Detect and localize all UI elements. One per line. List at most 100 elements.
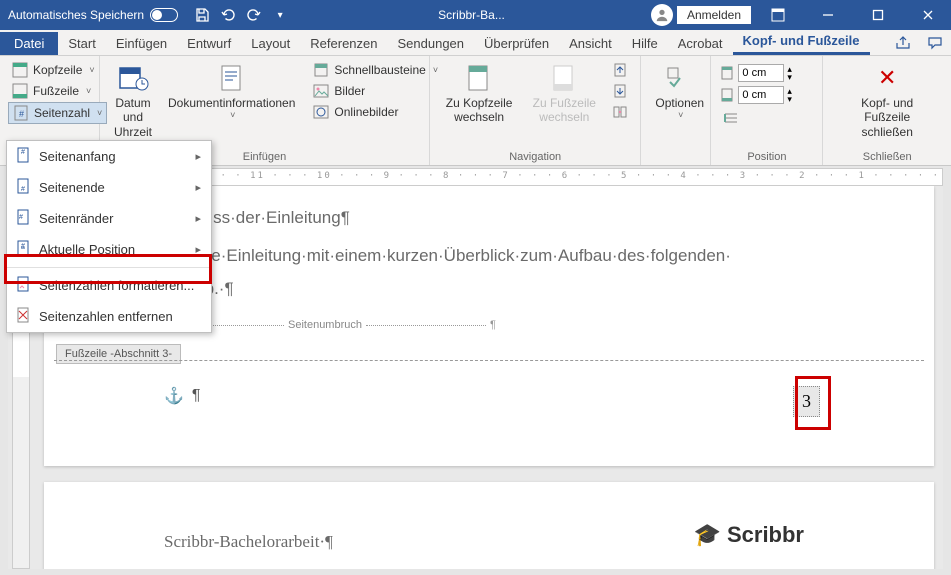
footer-section-tag: Fußzeile -Abschnitt 3-: [56, 344, 181, 364]
link-previous-button[interactable]: [608, 102, 632, 122]
goto-header-label: Zu Kopfzeile wechseln: [444, 96, 514, 125]
autosave-toggle[interactable]: Automatisches Speichern: [0, 8, 186, 22]
pagenumber-dropdown[interactable]: #Seitenzahl˅: [8, 102, 107, 124]
footer-bot-icon: [719, 87, 735, 103]
goto-header-button[interactable]: Zu Kopfzeile wechseln: [438, 60, 520, 149]
maximize-icon[interactable]: [855, 0, 901, 30]
tab-hilfe[interactable]: Hilfe: [622, 32, 668, 55]
quick-access-toolbar: ▾: [190, 3, 292, 27]
link-icon: [612, 104, 628, 120]
page-break-label: Seitenumbruch: [288, 315, 362, 336]
footer-area[interactable]: ⚓ ¶: [164, 386, 201, 406]
tab-ansicht[interactable]: Ansicht: [559, 32, 622, 55]
date-time-button[interactable]: Datum und Uhrzeit: [108, 60, 158, 149]
menu-seitenende[interactable]: #Seitenende▸: [7, 172, 211, 203]
menu-label: Seitenzahlen formatieren...: [39, 278, 194, 293]
footer-boundary: [54, 360, 924, 361]
menu-label: Seitenende: [39, 180, 105, 195]
anchor-icon: ⚓: [164, 386, 184, 406]
brand-text: Scribbr: [727, 522, 804, 548]
redo-icon[interactable]: [242, 3, 266, 27]
ribbon-display-options-icon[interactable]: [755, 0, 801, 30]
qat-dropdown-icon[interactable]: ▾: [268, 3, 292, 27]
tab-kopf-fusszeile[interactable]: Kopf- und Fußzeile: [733, 29, 870, 55]
close-x-icon: ✕: [871, 62, 903, 94]
graduation-cap-icon: 🎓: [694, 522, 721, 548]
onlinepictures-label: Onlinebilder: [334, 105, 398, 119]
header-dropdown[interactable]: Kopfzeile˅: [8, 60, 107, 80]
calendar-icon: [117, 62, 149, 94]
insert-alignment-tab[interactable]: [719, 108, 792, 128]
menu-seitenanfang[interactable]: #Seitenanfang▸: [7, 141, 211, 172]
options-button[interactable]: Optionen˅: [649, 60, 710, 161]
tab-sendungen[interactable]: Sendungen: [388, 32, 475, 55]
menu-label: Seitenanfang: [39, 149, 116, 164]
options-label: Optionen: [655, 96, 704, 110]
group-label-pos: Position: [719, 149, 814, 163]
goto-footer-button: Zu Fußzeile wechseln: [524, 60, 604, 149]
prev-section-button[interactable]: [608, 60, 632, 80]
menu-seitenzahlen-formatieren[interactable]: Seitenzahlen formatieren...: [7, 270, 211, 301]
sign-in-button[interactable]: Anmelden: [677, 6, 751, 24]
page-2: Scribbr-Bachelorarbeit·¶ 🎓Scribbr: [44, 482, 934, 569]
quickparts-button[interactable]: Schnellbausteine˅: [309, 60, 442, 80]
close-icon[interactable]: [905, 0, 951, 30]
pagenumber-label: Seitenzahl: [34, 106, 90, 120]
header-label: Kopfzeile: [33, 63, 82, 77]
svg-text:#: #: [19, 109, 24, 119]
tab-ueberpruefen[interactable]: Überprüfen: [474, 32, 559, 55]
share-icon[interactable]: [887, 31, 919, 55]
onlinepicture-icon: [313, 104, 329, 120]
tab-acrobat[interactable]: Acrobat: [668, 32, 733, 55]
page-margin-icon: #: [15, 209, 31, 228]
options-icon: [664, 62, 696, 94]
tab-einfuegen[interactable]: Einfügen: [106, 32, 177, 55]
next-section-button[interactable]: [608, 81, 632, 101]
quickparts-label: Schnellbausteine: [334, 63, 425, 77]
user-icon[interactable]: [651, 4, 673, 26]
footer-from-bottom[interactable]: 0 cm▴▾: [719, 86, 792, 104]
tab-entwurf[interactable]: Entwurf: [177, 32, 241, 55]
undo-icon[interactable]: [216, 3, 240, 27]
heading-text: bschluss·der·Einleitung¶: [164, 202, 844, 234]
tab-start[interactable]: Start: [58, 32, 105, 55]
minimize-icon[interactable]: [805, 0, 851, 30]
footer-bot-value[interactable]: 0 cm: [738, 86, 784, 104]
date-time-label: Datum und Uhrzeit: [114, 96, 152, 139]
menu-label: Aktuelle Position: [39, 242, 135, 257]
header-icon: [12, 62, 28, 78]
header-from-top[interactable]: 0 cm▴▾: [719, 64, 792, 82]
svg-text:#: #: [21, 186, 25, 193]
goto-footer-icon: [548, 62, 580, 94]
tab-datei[interactable]: Datei: [0, 32, 58, 55]
onlinepictures-button[interactable]: Onlinebilder: [309, 102, 442, 122]
document-title: Scribbr-Ba...: [292, 8, 651, 22]
tab-layout[interactable]: Layout: [241, 32, 300, 55]
prev-icon: [612, 62, 628, 78]
header-top-value[interactable]: 0 cm: [738, 64, 784, 82]
body-line-2: eils·ab.·¶: [164, 273, 844, 305]
format-icon: [15, 276, 31, 295]
menu-aktuelle-position[interactable]: #Aktuelle Position▸: [7, 234, 211, 265]
save-icon[interactable]: [190, 3, 214, 27]
menu-seitenraender[interactable]: #Seitenränder▸: [7, 203, 211, 234]
docinfo-label: Dokumentinformationen: [168, 96, 295, 110]
tab-referenzen[interactable]: Referenzen: [300, 32, 387, 55]
footer-label: Fußzeile: [33, 84, 79, 98]
docinfo-button[interactable]: Dokumentinformationen˅: [162, 60, 301, 149]
current-pos-icon: #: [15, 240, 31, 259]
body-line-1: e·deine·Einleitung·mit·einem·kurzen·Über…: [164, 240, 844, 272]
page-number-field[interactable]: 3: [793, 386, 820, 417]
group-label-close: Schließen: [831, 149, 943, 163]
footer-dropdown[interactable]: Fußzeile˅: [8, 81, 107, 101]
pagenumber-menu: #Seitenanfang▸ #Seitenende▸ #Seitenrände…: [6, 140, 212, 333]
pictures-button[interactable]: Bilder: [309, 81, 442, 101]
page-break-indicator: Seitenumbruch¶: [164, 315, 844, 336]
close-hf-label: Kopf- und Fußzeile schließen: [837, 96, 937, 139]
comments-icon[interactable]: [919, 31, 951, 55]
autosave-label: Automatisches Speichern: [8, 8, 144, 22]
menu-seitenzahlen-entfernen[interactable]: Seitenzahlen entfernen: [7, 301, 211, 332]
goto-header-icon: [463, 62, 495, 94]
close-hf-button[interactable]: ✕Kopf- und Fußzeile schließen: [831, 60, 943, 149]
tab-icon: [723, 110, 739, 126]
